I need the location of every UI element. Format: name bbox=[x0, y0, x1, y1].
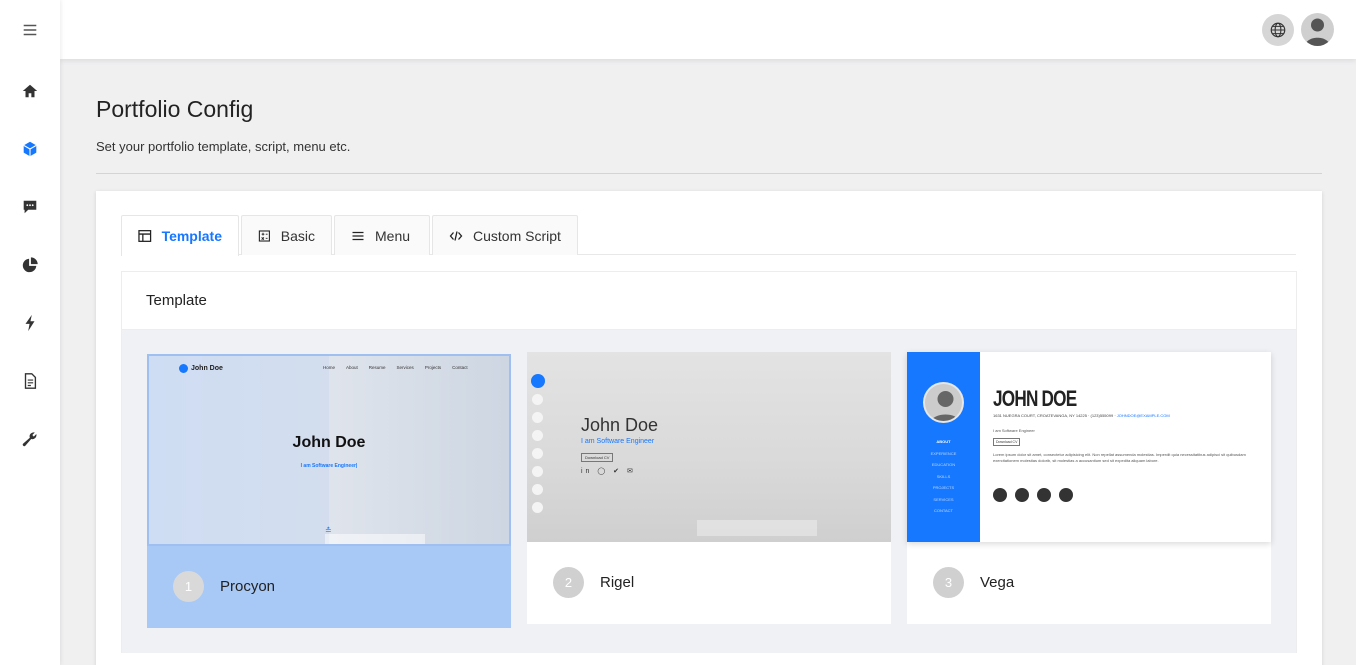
tab-bar: Template Basic Menu Custom Script bbox=[121, 215, 1296, 256]
tab-basic[interactable]: Basic bbox=[241, 215, 332, 255]
message-icon[interactable] bbox=[20, 197, 40, 217]
procyon-nav-item: About bbox=[346, 365, 358, 370]
tab-custom-script[interactable]: Custom Script bbox=[432, 215, 578, 255]
template-name: Vega bbox=[980, 574, 1015, 591]
template-section-heading: Template bbox=[122, 272, 1296, 330]
template-card-vega[interactable]: ABOUT EXPERIENCE EDUCATION SKILLS PROJEC… bbox=[907, 352, 1271, 624]
template-card-procyon[interactable]: John Doe Home About Resume Services Proj… bbox=[147, 354, 511, 628]
template-gallery: John Doe Home About Resume Services Proj… bbox=[122, 330, 1296, 653]
template-name: Procyon bbox=[220, 578, 276, 595]
vega-preview: ABOUT EXPERIENCE EDUCATION SKILLS PROJEC… bbox=[907, 352, 1271, 542]
vega-menu-item: ABOUT bbox=[936, 439, 951, 444]
home-icon[interactable] bbox=[20, 81, 40, 101]
template-section: Template John Doe Home About Resume Serv… bbox=[121, 271, 1297, 653]
social-icons: in ◯ ✔ ✉ bbox=[581, 468, 636, 475]
tab-template[interactable]: Template bbox=[121, 215, 239, 256]
wrench-icon[interactable] bbox=[20, 429, 40, 449]
procyon-preview: John Doe Home About Resume Services Proj… bbox=[147, 354, 511, 546]
procyon-nav-item: Contact bbox=[452, 365, 468, 370]
template-number-badge: 1 bbox=[173, 571, 204, 602]
list-icon bbox=[352, 231, 364, 240]
vega-bio: Lorem ipsum dolor sit amet, consectetur … bbox=[993, 452, 1246, 463]
vega-hero-name: JOHN DOE bbox=[993, 386, 1077, 411]
procyon-nav-item: Home bbox=[323, 365, 336, 370]
tab-menu-label: Menu bbox=[375, 227, 411, 244]
vega-address: 1631 NUEGRA COURT, CROATEVANGA, NY 14225… bbox=[993, 413, 1116, 418]
pie-chart-icon[interactable] bbox=[20, 255, 40, 275]
vega-menu-item: EDUCATION bbox=[931, 462, 956, 467]
menu-icon[interactable] bbox=[20, 20, 40, 40]
calculator-icon bbox=[258, 229, 270, 242]
lightning-icon[interactable] bbox=[20, 313, 40, 333]
rigel-preview: John Doe I am Software Engineer Download… bbox=[527, 352, 891, 542]
vega-email: JOHNDOE@EXAMPLE.COM bbox=[1116, 413, 1170, 418]
vega-menu-item: EXPERIENCE bbox=[930, 450, 957, 456]
user-avatar-icon bbox=[923, 382, 964, 423]
procyon-logo: John Doe bbox=[191, 365, 223, 372]
procyon-hero-name: John Doe bbox=[292, 434, 366, 451]
tab-basic-label: Basic bbox=[280, 227, 315, 244]
vega-menu-item: SERVICES bbox=[933, 496, 954, 502]
vega-download-button: Download CV bbox=[993, 438, 1021, 446]
page-title: Portfolio Config bbox=[96, 96, 254, 122]
cube-icon[interactable] bbox=[20, 139, 40, 159]
top-bar bbox=[60, 0, 1356, 59]
template-number-badge: 3 bbox=[933, 567, 964, 598]
vega-menu-item: PROJECTS bbox=[932, 485, 955, 490]
template-card-rigel[interactable]: John Doe I am Software Engineer Download… bbox=[527, 352, 891, 624]
divider bbox=[96, 173, 1322, 174]
social-icons bbox=[993, 488, 1073, 502]
rigel-hero-tagline: I am Software Engineer bbox=[581, 438, 655, 445]
document-icon[interactable] bbox=[20, 371, 40, 391]
sidebar bbox=[0, 0, 60, 665]
layout-icon bbox=[138, 230, 152, 242]
tab-menu[interactable]: Menu bbox=[334, 215, 430, 255]
vega-role: I am Software Engineer bbox=[993, 428, 1035, 433]
globe-icon[interactable] bbox=[1262, 14, 1294, 46]
code-icon bbox=[449, 230, 463, 241]
procyon-hero-tagline: I am Software Engineer| bbox=[300, 463, 358, 469]
template-number-badge: 2 bbox=[553, 567, 584, 598]
page-subtitle: Set your portfolio template, script, men… bbox=[96, 139, 351, 154]
user-avatar-icon[interactable] bbox=[1301, 13, 1334, 46]
vega-menu-item: CONTACT bbox=[933, 508, 954, 513]
procyon-nav-item: Projects bbox=[424, 365, 442, 370]
procyon-nav-item: Resume bbox=[368, 365, 386, 370]
config-card: Template Basic Menu Custom Script Templa… bbox=[96, 191, 1322, 665]
rigel-download-button: Download CV bbox=[581, 453, 614, 462]
rigel-hero-name: John Doe bbox=[581, 415, 659, 435]
tab-template-label: Template bbox=[161, 228, 222, 244]
tab-custom-script-label: Custom Script bbox=[473, 227, 561, 244]
procyon-nav-item: Services bbox=[396, 365, 414, 370]
vega-menu-item: SKILLS bbox=[936, 473, 951, 479]
template-name: Rigel bbox=[600, 574, 635, 591]
